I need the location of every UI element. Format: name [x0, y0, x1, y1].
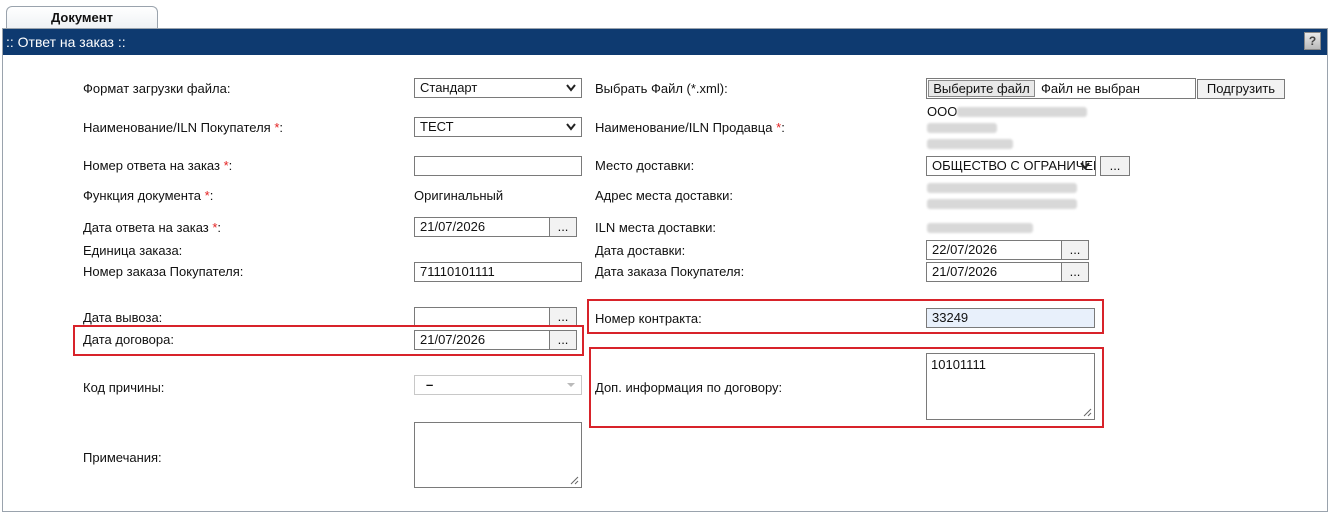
doc-function-value: Оригинальный — [414, 188, 504, 203]
buyer-select-value: ТЕСТ — [420, 119, 454, 134]
contract-number-input[interactable]: 33249 — [926, 308, 1095, 328]
redacted-seller-line2 — [927, 123, 997, 133]
contract-date-label: Дата договора: — [83, 332, 174, 347]
chevron-down-icon — [566, 123, 576, 131]
format-label: Формат загрузки файла: — [83, 81, 231, 96]
delivery-iln-label: ILN места доставки: — [595, 220, 716, 235]
format-select-value: Стандарт — [420, 80, 478, 95]
contract-info-label: Доп. информация по договору: — [595, 380, 783, 395]
redacted-seller-name — [957, 107, 1087, 117]
contract-date-picker-button[interactable]: ... — [549, 330, 577, 350]
redacted-delivery-address-line1 — [927, 183, 1077, 193]
delivery-date-label: Дата доставки: — [595, 243, 686, 258]
pickup-date-input[interactable] — [414, 307, 550, 327]
delivery-date-picker-button[interactable]: ... — [1061, 240, 1089, 260]
chevron-down-icon — [1080, 162, 1090, 170]
reply-date-input[interactable]: 21/07/2026 — [414, 217, 550, 237]
pickup-date-picker-button[interactable]: ... — [549, 307, 577, 327]
seller-value: ООО — [927, 104, 958, 119]
buyer-order-date-picker-button[interactable]: ... — [1061, 262, 1089, 282]
buyer-order-number-input[interactable]: 71110101111 — [414, 262, 582, 282]
chevron-down-icon — [566, 84, 576, 92]
delivery-place-label: Место доставки: — [595, 158, 695, 173]
reply-number-input[interactable] — [414, 156, 582, 176]
delivery-address-label: Адрес места доставки: — [595, 188, 733, 203]
buyer-select[interactable]: ТЕСТ — [414, 117, 582, 137]
contract-info-value: 10101111 — [931, 357, 986, 372]
reason-code-label: Код причины: — [83, 380, 165, 395]
reply-date-picker-button[interactable]: ... — [549, 217, 577, 237]
delivery-place-select[interactable]: ОБЩЕСТВО С ОГРАНИЧЕН — [926, 156, 1096, 176]
delivery-date-input[interactable]: 22/07/2026 — [926, 240, 1062, 260]
redacted-seller-iln — [927, 139, 1013, 149]
contract-info-textarea[interactable]: 10101111 — [926, 353, 1095, 420]
delivery-place-picker-button[interactable]: ... — [1100, 156, 1130, 176]
buyer-order-date-input[interactable]: 21/07/2026 — [926, 262, 1062, 282]
resize-grip-icon[interactable] — [570, 476, 579, 485]
contract-date-input[interactable]: 21/07/2026 — [414, 330, 550, 350]
seller-label: Наименование/ILN Продавца *: — [595, 120, 785, 135]
format-select[interactable]: Стандарт — [414, 78, 582, 98]
reply-number-label: Номер ответа на заказ *: — [83, 158, 233, 173]
choose-file-button[interactable]: Выберите файл — [928, 80, 1035, 97]
contract-number-label: Номер контракта: — [595, 311, 702, 326]
redacted-delivery-address-line2 — [927, 199, 1077, 209]
notes-label: Примечания: — [83, 450, 162, 465]
order-unit-label: Единица заказа: — [83, 243, 183, 258]
delivery-place-value: ОБЩЕСТВО С ОГРАНИЧЕН — [932, 158, 1096, 173]
redacted-delivery-iln — [927, 223, 1033, 233]
panel-titlebar: :: Ответ на заказ :: ? — [3, 29, 1327, 55]
tab-document[interactable]: Документ — [6, 6, 158, 29]
buyer-label: Наименование/ILN Покупателя *: — [83, 120, 284, 135]
chevron-down-icon — [567, 383, 575, 387]
doc-function-label: Функция документа *: — [83, 188, 214, 203]
panel-title: :: Ответ на заказ :: — [6, 34, 126, 50]
help-icon[interactable]: ? — [1304, 32, 1321, 50]
resize-grip-icon[interactable] — [1083, 408, 1092, 417]
buyer-order-number-label: Номер заказа Покупателя: — [83, 264, 244, 279]
notes-textarea[interactable] — [414, 422, 582, 488]
file-label: Выбрать Файл (*.xml): — [595, 81, 728, 96]
file-status: Файл не выбран — [1041, 81, 1140, 96]
upload-button[interactable]: Подгрузить — [1197, 79, 1285, 99]
reason-code-select[interactable]: – — [414, 375, 582, 395]
pickup-date-label: Дата вывоза: — [83, 310, 163, 325]
buyer-order-date-label: Дата заказа Покупателя: — [595, 264, 745, 279]
reason-code-value: – — [426, 377, 434, 392]
reply-date-label: Дата ответа на заказ *: — [83, 220, 222, 235]
